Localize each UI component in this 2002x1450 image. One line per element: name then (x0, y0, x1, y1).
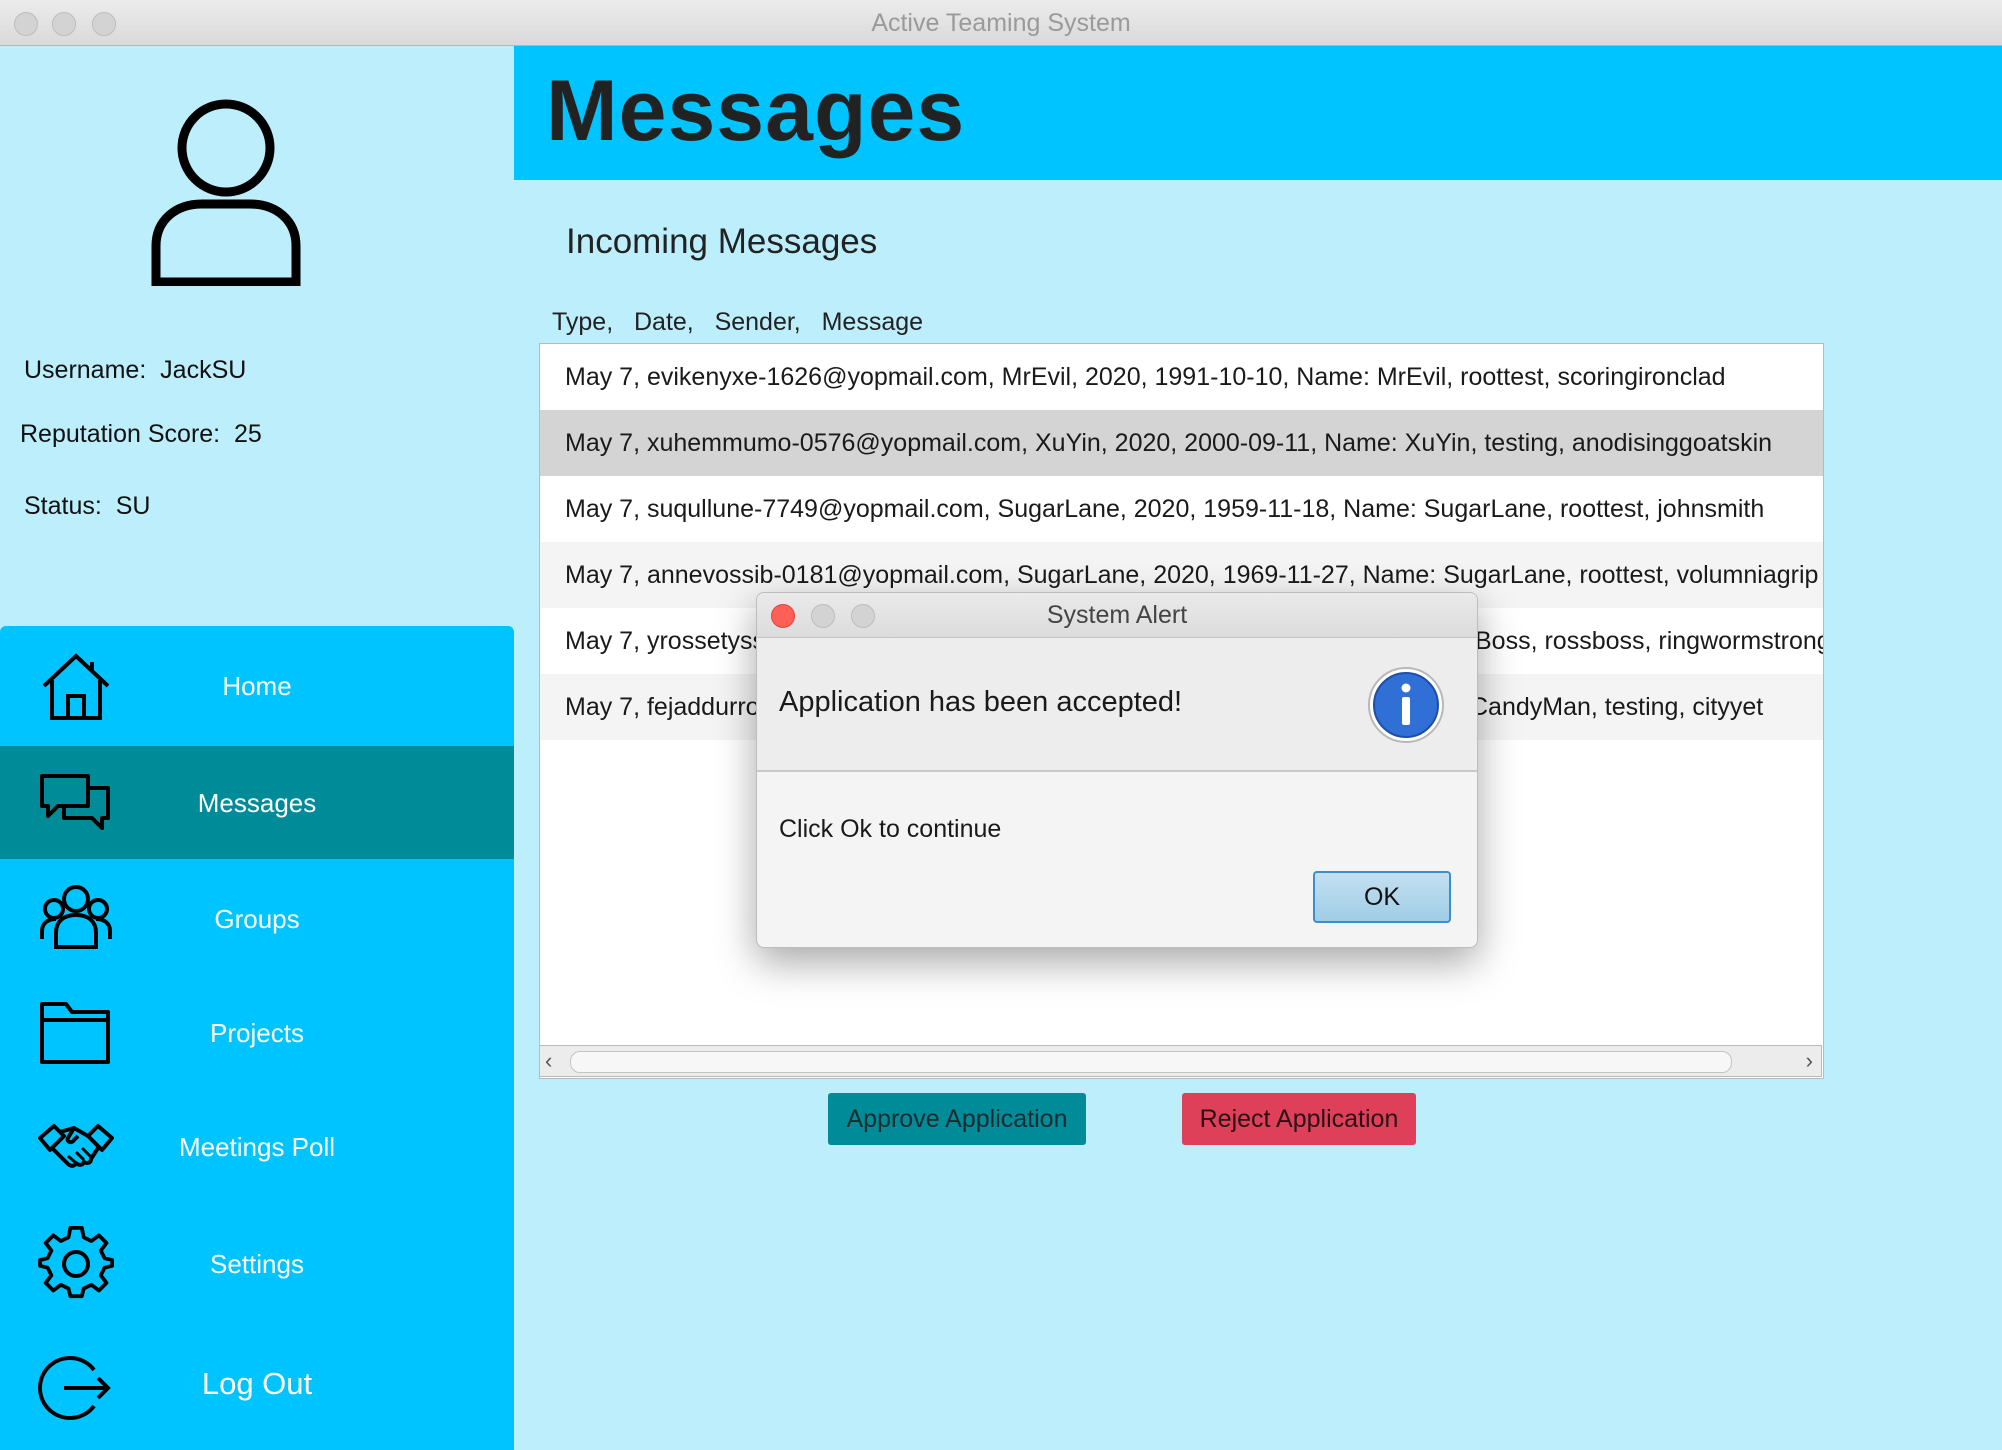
sidebar-item-settings-label: Settings (210, 1249, 304, 1279)
system-alert-dialog: System Alert Application has been accept… (756, 592, 1478, 948)
horizontal-scrollbar[interactable]: ‹ › (539, 1045, 1822, 1077)
sidebar-nav: Home Messages Groups Projects Meetings P… (0, 626, 514, 1450)
section-title: Incoming Messages (566, 222, 878, 261)
sidebar-item-messages[interactable]: Messages (0, 746, 514, 859)
window-title: Active Teaming System (871, 9, 1131, 37)
column-headers: Type, Date, Sender, Message (552, 308, 924, 336)
sidebar-item-logout-label: Log Out (201, 1366, 313, 1401)
dialog-content-text: Click Ok to continue (779, 815, 1002, 843)
dialog-header: Application has been accepted! (757, 638, 1477, 772)
sidebar-item-messages-label: Messages (197, 788, 317, 818)
username-row: Username: JackSU (24, 356, 246, 385)
scrollbar-thumb[interactable] (570, 1051, 1732, 1073)
status-value: SU (115, 492, 151, 520)
list-item-tail: CandyMan, testing, cityyet (1470, 693, 1764, 721)
sidebar-item-groups[interactable]: Groups (0, 859, 514, 976)
reject-application-button[interactable]: Reject Application (1182, 1093, 1416, 1145)
user-avatar-icon (151, 99, 301, 286)
dialog-titlebar: System Alert (757, 593, 1477, 638)
sidebar-item-home[interactable]: Home (0, 626, 514, 746)
sidebar: Username: JackSU Reputation Score: 25 St… (0, 46, 514, 1450)
scroll-left-icon[interactable]: ‹ (545, 1048, 552, 1074)
page-title: Messages (546, 63, 966, 159)
page-header: Messages (514, 46, 2002, 180)
approve-application-button[interactable]: Approve Application (828, 1093, 1086, 1145)
reputation-value: 25 (234, 420, 262, 448)
sidebar-item-projects[interactable]: Projects (0, 976, 514, 1090)
list-item[interactable]: May 7, evikenyxe-1626@yopmail.com, MrEvi… (540, 344, 1823, 410)
dialog-title: System Alert (1046, 601, 1188, 629)
username-value: JackSU (160, 356, 247, 384)
sidebar-item-meetings-poll[interactable]: Meetings Poll (0, 1090, 514, 1204)
list-item-selected[interactable]: May 7, xuhemmumo-0576@yopmail.com, XuYin… (540, 410, 1823, 476)
reputation-label: Reputation Score: (20, 420, 221, 448)
reputation-row: Reputation Score: 25 (20, 420, 262, 449)
dialog-header-text: Application has been accepted! (779, 686, 1183, 718)
sidebar-item-home-label: Home (222, 671, 292, 701)
username-label: Username: (24, 356, 147, 384)
window-titlebar: Active Teaming System (0, 0, 2002, 46)
list-item[interactable]: May 7, suqullune-7749@yopmail.com, Sugar… (540, 476, 1823, 542)
scroll-right-icon[interactable]: › (1806, 1048, 1813, 1074)
sidebar-item-meetings-poll-label: Meetings Poll (178, 1132, 336, 1162)
sidebar-item-settings[interactable]: Settings (0, 1204, 514, 1324)
sidebar-item-groups-label: Groups (214, 904, 300, 934)
sidebar-item-projects-label: Projects (210, 1018, 304, 1048)
app-window: Active Teaming System Username: JackSU R… (0, 0, 2002, 1450)
sidebar-item-logout[interactable]: Log Out (0, 1324, 514, 1450)
ok-button[interactable]: OK (1313, 871, 1451, 923)
status-row: Status: SU (24, 492, 150, 521)
list-item-tail: Boss, rossboss, ringwormstrong (1475, 627, 1823, 655)
info-icon (1368, 667, 1444, 743)
status-label: Status: (24, 492, 102, 520)
